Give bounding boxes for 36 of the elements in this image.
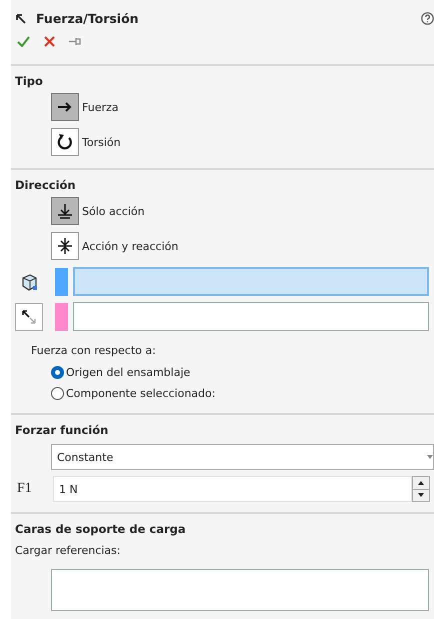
rotate-icon <box>55 132 75 152</box>
reverse-direction-button[interactable] <box>15 302 43 330</box>
opposing-arrows-icon <box>55 236 75 256</box>
option-label: Sólo acción <box>82 204 145 218</box>
references-label: Cargar referencias: <box>15 544 122 557</box>
arrow-to-plane-icon <box>55 201 75 221</box>
option-label: Torsión <box>82 136 121 148</box>
selection-field[interactable] <box>73 302 429 331</box>
reaction-toggle-button[interactable] <box>51 232 79 260</box>
back-arrow-icon[interactable] <box>15 12 26 24</box>
caret-icon <box>427 455 433 459</box>
torque-toggle-button[interactable] <box>51 128 79 156</box>
section-title: Tipo <box>15 73 44 90</box>
selection-field[interactable] <box>73 267 429 296</box>
panel-title: Fuerza/Torsión <box>36 10 140 26</box>
relative-to-label: Fuerza con respecto a: <box>31 344 157 357</box>
pin-icon[interactable] <box>69 37 81 46</box>
diagonal-arrows-icon <box>21 308 37 324</box>
option-label: Fuerza <box>82 100 119 114</box>
radio-option[interactable]: Componente seleccionado: <box>51 387 434 400</box>
help-icon[interactable] <box>421 12 434 24</box>
section-title: Forzar función <box>15 422 110 439</box>
function-dropdown[interactable]: Constante <box>51 444 434 470</box>
spin-buttons[interactable] <box>412 476 430 502</box>
force-toggle-button[interactable] <box>51 93 79 121</box>
references-list-field[interactable] <box>51 569 429 611</box>
cube-icon <box>20 272 38 290</box>
ok-check-icon[interactable] <box>17 36 30 47</box>
force-value-field[interactable]: 1 N <box>53 476 412 502</box>
section-title: Dirección <box>15 177 77 194</box>
option-label: Acción y reacción <box>82 240 178 252</box>
cancel-icon[interactable] <box>44 36 55 47</box>
radio-option[interactable]: Origen del ensamblaje <box>51 366 434 379</box>
action-toggle-button[interactable] <box>51 197 79 225</box>
section-title: Caras de soporte de carga <box>15 521 187 538</box>
force-symbol: F1 <box>16 481 33 497</box>
